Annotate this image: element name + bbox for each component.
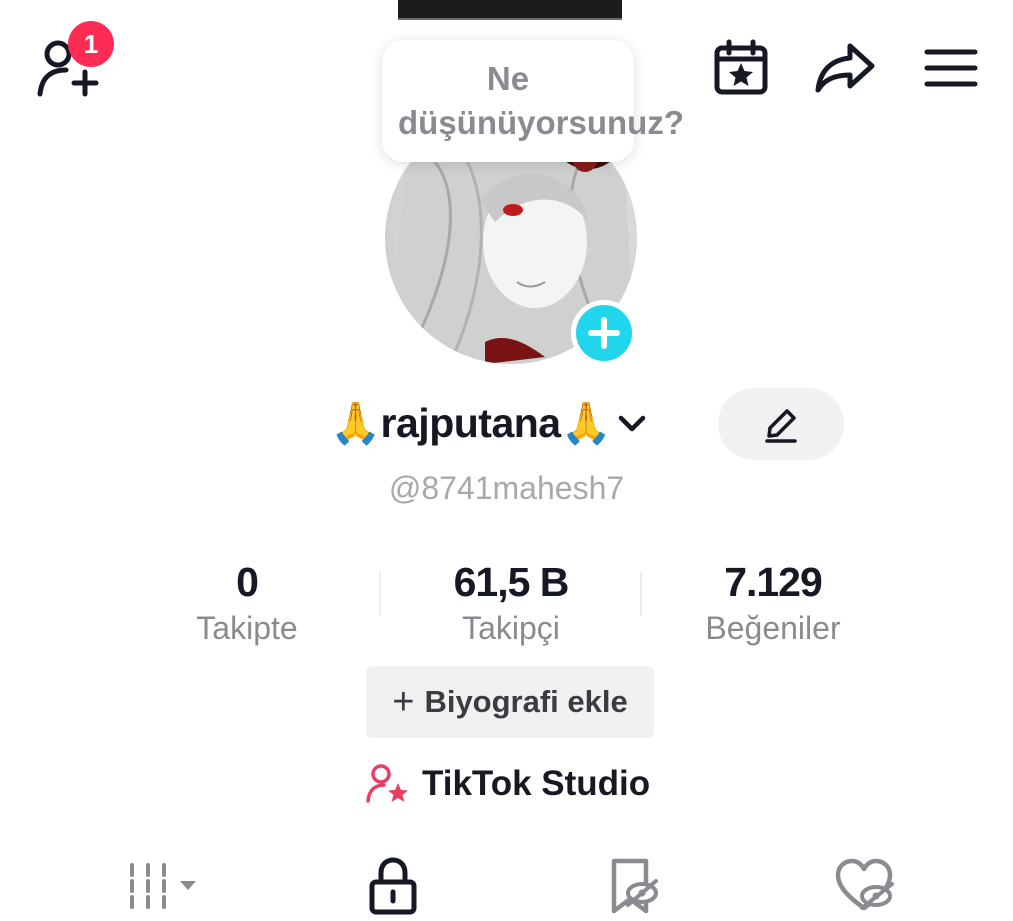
stat-label: Takipçi [462,610,560,646]
tab-private[interactable] [363,856,423,916]
share-arrow-icon[interactable] [812,35,878,101]
stat-label: Beğeniler [705,610,841,646]
stat-label: Takipte [196,610,298,646]
plus-icon: + [392,681,415,723]
stat-value: 0 [236,559,259,605]
stat-value: 7.129 [724,559,823,605]
username-handle: @8741mahesh7 [388,470,625,506]
menu-icon[interactable] [918,35,984,101]
tiktok-studio-label: TikTok Studio [422,764,651,803]
stat-value: 61,5 B [453,559,570,605]
creator-star-icon [366,764,408,803]
tab-saved[interactable] [600,856,664,916]
stat-likes[interactable]: 7.129 Beğeniler [643,560,903,647]
edit-profile-button[interactable] [718,388,844,460]
thought-bubble-text: Ne düşünüyorsunuz? [398,60,684,141]
notification-badge: 1 [68,21,114,67]
bookmark-icon [611,858,658,914]
display-name: 🙏rajputana🙏 [330,400,612,446]
videos-grid-icon [130,863,196,909]
avatar-add-button[interactable] [571,300,637,366]
add-bio-button[interactable]: + Biyografi ekle [366,666,654,738]
thought-bubble[interactable]: Ne düşünüyorsunuz? [382,40,684,162]
stat-divider [640,572,642,616]
pencil-icon [765,409,797,443]
stat-following[interactable]: 0 Takipte [117,560,377,647]
add-bio-label: Biyografi ekle [424,684,628,719]
camera-notch [398,0,622,20]
chevron-down-icon[interactable] [617,407,651,441]
liked-heart-icon [835,858,894,911]
calendar-star-icon[interactable] [708,35,774,101]
tab-liked[interactable] [832,856,898,916]
display-name-row[interactable]: 🙏rajputana🙏 [330,394,651,454]
lock-icon [369,857,417,915]
tiktok-studio-link[interactable]: TikTok Studio [366,756,650,812]
tab-videos[interactable] [124,856,204,916]
stat-followers[interactable]: 61,5 B Takipçi [381,560,641,647]
